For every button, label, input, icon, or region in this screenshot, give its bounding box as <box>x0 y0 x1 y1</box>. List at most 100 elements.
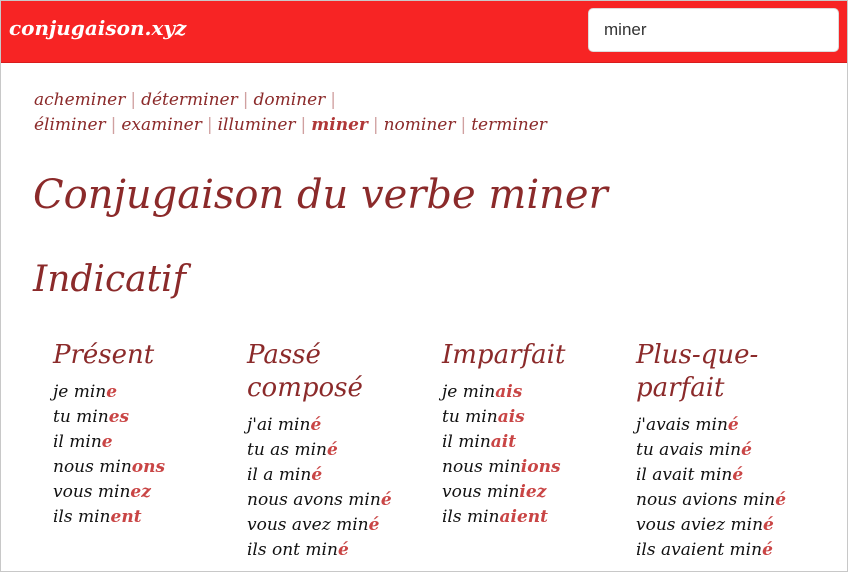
related-verbs-list: acheminer | déterminer | dominer |éliminer | ex… <box>34 88 814 138</box>
form-stem: tu min <box>53 407 109 427</box>
conjugation-form: vous miniez <box>442 480 622 505</box>
form-ending: é <box>727 415 739 435</box>
conjugation-form: j'avais miné <box>636 413 826 438</box>
conjugation-list: j'avais miné tu avais miné il avait miné no… <box>636 413 826 563</box>
form-stem: nous avons min <box>247 490 381 510</box>
form-ending: e <box>101 432 113 452</box>
form-ending: é <box>368 515 380 535</box>
related-verb-link[interactable]: acheminer <box>34 90 125 110</box>
form-ending: é <box>775 490 787 510</box>
form-stem: il a min <box>247 465 312 485</box>
conjugation-form: vous avez miné <box>247 513 417 538</box>
separator: | <box>372 115 379 135</box>
conjugation-form: nous minions <box>442 455 622 480</box>
related-verb-link[interactable]: illuminer <box>218 115 296 135</box>
tense-block-present: Présent je mine tu mines il mine nous minon… <box>53 339 233 530</box>
conjugation-form: ils ont miné <box>247 538 417 563</box>
form-ending: aient <box>499 507 549 527</box>
form-ending: é <box>732 465 744 485</box>
form-stem: j'ai min <box>247 415 311 435</box>
form-ending: é <box>741 440 752 460</box>
conjugation-form: nous avions miné <box>636 488 826 513</box>
form-stem: il min <box>53 432 102 452</box>
form-ending: ent <box>110 507 142 527</box>
related-verb-link[interactable]: terminer <box>471 115 547 135</box>
separator: | <box>242 90 249 110</box>
form-stem: vous aviez min <box>636 515 764 535</box>
tense-heading: Plus-que-parfait <box>636 340 759 403</box>
form-ending: é <box>326 440 338 460</box>
separator: | <box>110 115 117 135</box>
form-stem: ils avaient min <box>636 540 763 560</box>
form-stem: vous min <box>53 482 131 502</box>
separator: | <box>460 115 467 135</box>
form-stem: vous avez min <box>247 515 369 535</box>
conjugation-list: j'ai miné tu as miné il a miné nous avons m… <box>247 413 417 563</box>
form-ending: es <box>108 407 130 427</box>
page-title: Conjugaison du verbe miner <box>33 172 608 218</box>
form-ending: é <box>311 465 323 485</box>
conjugation-form: il mine <box>53 430 233 455</box>
conjugation-form: ils minent <box>53 505 233 530</box>
form-stem: nous min <box>442 457 521 477</box>
form-stem: ils min <box>442 507 500 527</box>
related-verb-link[interactable]: nominer <box>384 115 456 135</box>
tense-block-plus-que-parfait: Plus-que-parfait j'avais miné tu avais mi… <box>636 339 826 563</box>
search-input[interactable] <box>588 8 839 52</box>
form-stem: il avait min <box>636 465 733 485</box>
conjugation-form: ils avaient miné <box>636 538 826 563</box>
conjugation-form: tu as miné <box>247 438 417 463</box>
related-verb-link[interactable]: dominer <box>253 90 325 110</box>
form-ending: é <box>310 415 322 435</box>
separator: | <box>206 115 213 135</box>
form-stem: ils min <box>53 507 111 527</box>
conjugation-form: j'ai miné <box>247 413 417 438</box>
form-stem: je min <box>442 382 496 402</box>
form-ending: ait <box>490 432 517 452</box>
form-stem: tu min <box>442 407 498 427</box>
tense-heading: Passé composé <box>247 340 363 403</box>
tense-heading: Imparfait <box>442 340 566 370</box>
conjugation-form: il minait <box>442 430 622 455</box>
form-ending: é <box>337 540 349 560</box>
related-verb-link[interactable]: examiner <box>121 115 201 135</box>
conjugation-form: nous avons miné <box>247 488 417 513</box>
tense-block-passe-compose: Passé composé j'ai miné tu as miné il a mi… <box>247 339 417 563</box>
site-logo[interactable]: conjugaison.xyz <box>9 16 186 40</box>
form-ending: ez <box>130 482 151 502</box>
conjugation-form: nous minons <box>53 455 233 480</box>
form-ending: ais <box>495 382 523 402</box>
conjugation-form: ils minaient <box>442 505 622 530</box>
separator: | <box>330 90 337 110</box>
form-stem: j'avais min <box>636 415 728 435</box>
related-verb-link[interactable]: miner <box>311 115 368 135</box>
form-ending: é <box>762 540 773 560</box>
conjugation-form: tu avais miné <box>636 438 826 463</box>
page: conjugaison.xyz acheminer|déterminer|dom… <box>0 0 848 572</box>
conjugation-form: il avait miné <box>636 463 826 488</box>
form-stem: je min <box>53 382 107 402</box>
form-ending: ons <box>131 457 166 477</box>
conjugation-form: je mine <box>53 380 233 405</box>
conjugation-form: je minais <box>442 380 622 405</box>
mood-heading-indicatif: Indicatif <box>33 259 186 300</box>
separator: | <box>130 90 137 110</box>
separator: | <box>300 115 307 135</box>
tense-block-imparfait: Imparfait je minais tu minais il minait nou… <box>442 339 622 530</box>
form-ending: ions <box>520 457 561 477</box>
conjugation-form: il a miné <box>247 463 417 488</box>
conjugation-form: tu mines <box>53 405 233 430</box>
form-ending: ais <box>497 407 525 427</box>
conjugation-form: vous aviez miné <box>636 513 826 538</box>
form-stem: nous avions min <box>636 490 776 510</box>
form-stem: tu avais min <box>636 440 742 460</box>
conjugation-form: vous minez <box>53 480 233 505</box>
related-verb-link[interactable]: éliminer <box>34 115 106 135</box>
conjugation-list: je mine tu mines il mine nous minons vous mi… <box>53 380 233 530</box>
form-ending: e <box>106 382 118 402</box>
related-verb-link[interactable]: déterminer <box>141 90 238 110</box>
form-stem: nous min <box>53 457 132 477</box>
form-ending: é <box>763 515 774 535</box>
form-stem: ils ont min <box>247 540 338 560</box>
conjugation-list: je minais tu minais il minait nous minions v… <box>442 380 622 530</box>
